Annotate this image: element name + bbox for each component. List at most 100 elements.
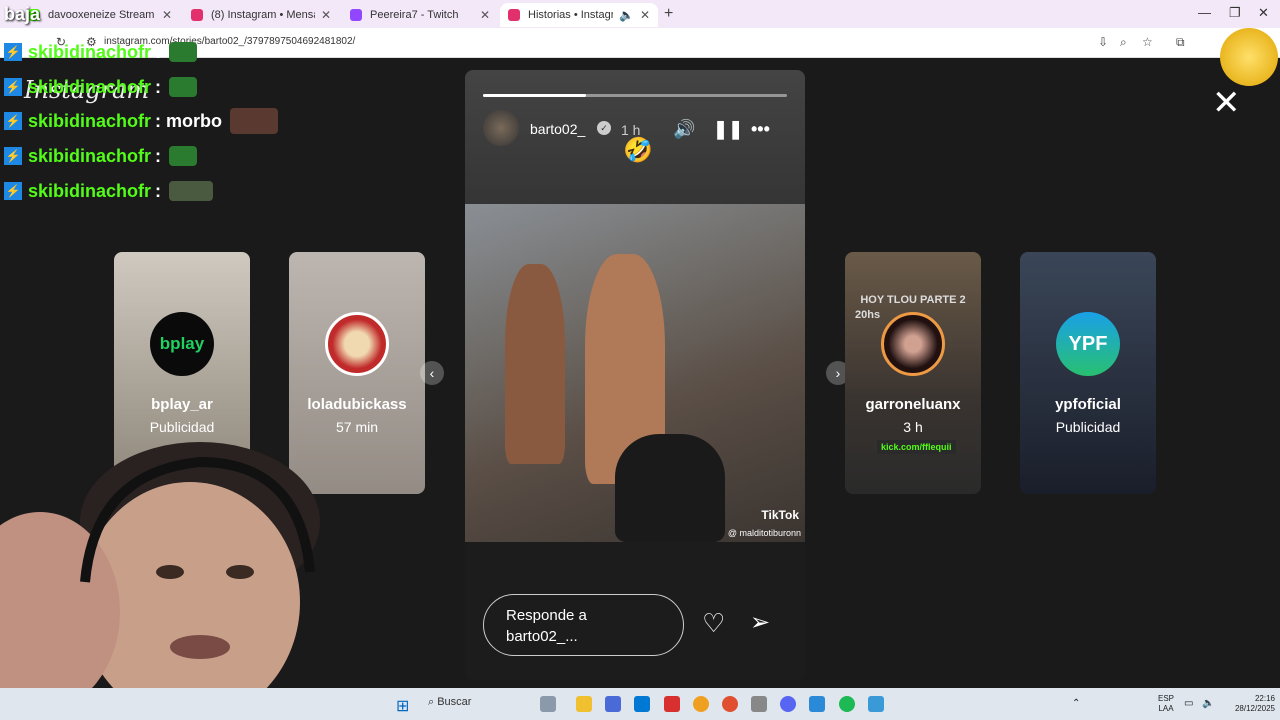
story-emoji: 🤣	[623, 137, 653, 164]
app-icon[interactable]	[751, 696, 767, 712]
close-window-icon[interactable]: ✕	[1258, 5, 1269, 21]
more-options-icon[interactable]: •••	[751, 119, 770, 140]
chevron-up-icon[interactable]: ⌃	[1072, 699, 1080, 709]
lang-code: ESP	[1158, 694, 1175, 703]
browser-tab-strip: davooxeneize Stream - Watch L ✕ (8) Inst…	[0, 0, 1280, 28]
clock-time: 22:16	[1254, 694, 1275, 703]
badge-icon: ⚡	[4, 182, 22, 200]
app-icon[interactable]	[605, 696, 621, 712]
volume-icon[interactable]: 🔊	[673, 119, 695, 140]
chat-message: ⚡ skibidinachofr:	[4, 40, 198, 64]
chat-message: ⚡ skibidinachofr:	[4, 179, 214, 203]
card-overlay-text2: 20hs	[855, 309, 881, 321]
new-tab-button[interactable]: +	[664, 5, 673, 23]
windows-start-icon[interactable]: ⊞	[396, 696, 409, 716]
search-label: Buscar	[437, 696, 472, 708]
app-icon[interactable]	[868, 696, 884, 712]
webcam-feed	[0, 442, 320, 688]
instagram-icon	[191, 9, 203, 21]
chat-text: : morbo	[155, 110, 223, 131]
audio-icon[interactable]: 🔈	[619, 8, 634, 22]
app-icon[interactable]	[664, 696, 680, 712]
language-indicator[interactable]: ESP LAA	[1158, 694, 1174, 714]
heart-icon[interactable]: ♡	[702, 608, 725, 639]
tab-kick[interactable]: davooxeneize Stream - Watch L ✕	[20, 3, 180, 27]
send-icon[interactable]: ➢	[750, 608, 770, 637]
chat-text: :	[155, 76, 162, 97]
chat-nick: skibidinachofr	[28, 110, 152, 131]
emote-icon	[169, 42, 198, 62]
card-link: kick.com/fflequii	[877, 440, 956, 454]
tiktok-watermark: TikTok	[761, 508, 799, 522]
restore-icon[interactable]: ❐	[1229, 5, 1241, 21]
close-tab-icon[interactable]: ✕	[162, 8, 172, 22]
badge-icon: ⚡	[4, 147, 22, 165]
story-card-garroneluanx[interactable]: HOY TLOU PARTE 2 20hs garroneluanx 3 h k…	[845, 252, 981, 494]
minimize-icon[interactable]: —	[1198, 5, 1211, 20]
widgets-icon[interactable]	[540, 696, 556, 712]
windows-taskbar: ⊞ ⌕ Buscar ⌃ ESP LAA ▭ 🔈 22:16 28/12/2025	[0, 688, 1280, 720]
file-explorer-icon[interactable]	[576, 696, 592, 712]
bookmark-star-icon[interactable]: ☆	[1142, 35, 1153, 49]
close-stories-button[interactable]: ✕	[1212, 86, 1241, 120]
emote-icon	[169, 146, 198, 166]
card-avatar	[881, 312, 945, 376]
chat-message: ⚡ skibidinachofr:	[4, 75, 198, 99]
card-avatar: YPF	[1056, 312, 1120, 376]
story-progress-fill	[483, 94, 587, 97]
close-tab-icon[interactable]: ✕	[480, 8, 490, 22]
pause-icon[interactable]: ❚❚	[713, 119, 743, 140]
previous-story-button[interactable]: ‹	[420, 361, 444, 385]
zoom-icon[interactable]: ⌕	[1120, 35, 1127, 50]
chevron-right-icon: ›	[835, 365, 841, 381]
story-progress-bar	[483, 94, 787, 97]
active-story: barto02_ ✓ 1 h 🤣 🔊 ❚❚ ••• TikTok @ maldi…	[465, 70, 805, 680]
chat-nick: skibidinachofr	[28, 180, 152, 201]
card-avatar: bplay	[150, 312, 214, 376]
install-icon[interactable]: ⇩	[1098, 35, 1108, 49]
discord-icon[interactable]	[780, 696, 796, 712]
emote-icon	[230, 108, 279, 134]
streamer-logo	[1220, 28, 1278, 86]
app-icon[interactable]	[809, 696, 825, 712]
lang-layout: LAA	[1158, 704, 1174, 713]
card-avatar	[325, 312, 389, 376]
chat-message: ⚡ skibidinachofr: morbo	[4, 108, 279, 134]
chat-nick: skibidinachofr	[28, 76, 152, 97]
instagram-icon	[508, 9, 520, 21]
chat-text: :	[155, 180, 162, 201]
clock-date: 28/12/2025	[1234, 704, 1275, 713]
twitch-icon	[350, 9, 362, 21]
volume-icon[interactable]: 🔈	[1202, 699, 1214, 709]
story-username[interactable]: barto02_	[530, 121, 585, 137]
close-tab-icon[interactable]: ✕	[321, 8, 331, 22]
search-icon: ⌕	[428, 696, 438, 708]
taskbar-search[interactable]: ⌕ Buscar	[428, 696, 471, 709]
story-video[interactable]: TikTok @ malditotiburonn	[465, 204, 805, 542]
clock[interactable]: 22:16 28/12/2025	[1225, 694, 1275, 714]
tab-instagram-stories[interactable]: Historias • Instagram 🔈 ✕	[500, 3, 658, 27]
chrome-icon[interactable]	[722, 696, 738, 712]
close-tab-icon[interactable]: ✕	[640, 8, 650, 22]
tab-twitch[interactable]: Peereira7 - Twitch ✕	[342, 3, 498, 27]
chat-message: ⚡ skibidinachofr:	[4, 144, 198, 168]
card-subtitle: 3 h	[903, 419, 923, 435]
chat-text: :	[155, 41, 162, 62]
tab-label: Peereira7 - Twitch	[370, 9, 459, 21]
video-figure	[615, 434, 725, 542]
story-avatar[interactable]	[483, 110, 519, 146]
tab-instagram-messages[interactable]: (8) Instagram • Mensajes ✕	[183, 3, 339, 27]
screen: { "browser": { "tabs": [ {"label": "davo…	[0, 0, 1280, 720]
tab-label: davooxeneize Stream - Watch L	[48, 9, 156, 21]
extensions-icon[interactable]: ⧉	[1176, 35, 1185, 50]
story-card-ypfoficial[interactable]: YPF ypfoficial Publicidad	[1020, 252, 1156, 494]
store-icon[interactable]	[634, 696, 650, 712]
tab-label: Historias • Instagram	[528, 9, 613, 21]
spotify-icon[interactable]	[839, 696, 855, 712]
emote-icon	[169, 77, 198, 97]
reply-input[interactable]: Responde a barto02_...	[483, 594, 684, 656]
network-icon[interactable]: ▭	[1184, 699, 1193, 709]
chrome-icon[interactable]	[693, 696, 709, 712]
badge-icon: ⚡	[4, 43, 22, 61]
badge-icon: ⚡	[4, 78, 22, 96]
